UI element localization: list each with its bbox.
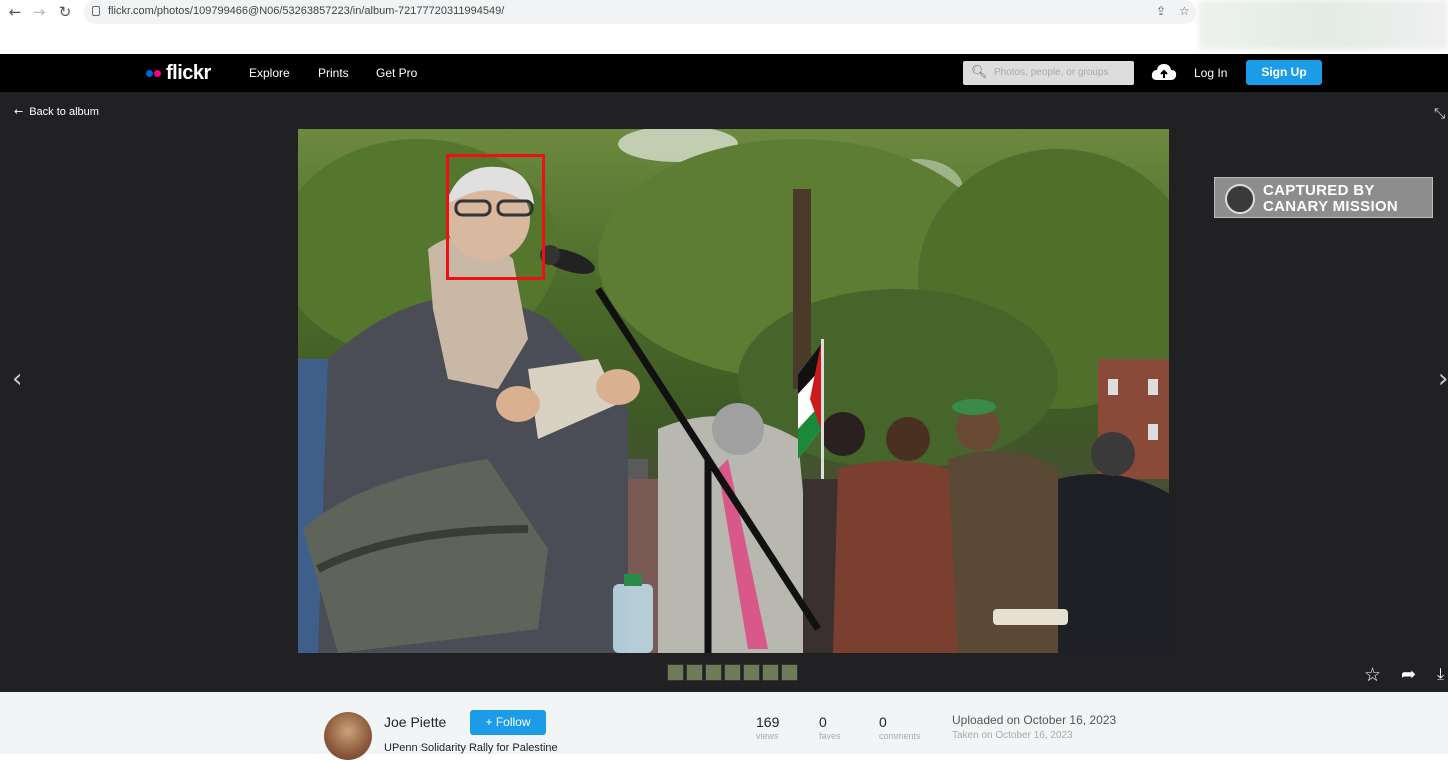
faves-count: 0 [819, 714, 827, 730]
login-link[interactable]: Log In [1194, 66, 1227, 80]
search-icon: 🔍︎ [971, 65, 988, 80]
face-highlight-box [446, 154, 545, 280]
logo-pink-dot [154, 70, 161, 77]
thumbnail[interactable] [762, 664, 779, 681]
nav-prints[interactable]: Prints [318, 66, 349, 80]
browser-chrome: ← → ↻ flickr.com/photos/109799466@N06/53… [0, 0, 1448, 54]
faves-label: faves [819, 731, 841, 741]
faves-stat: 0 faves [819, 714, 841, 741]
flickr-logo[interactable]: flickr [146, 62, 211, 85]
thumbnail-strip [667, 664, 798, 681]
watermark-line1: CAPTURED BY [1263, 182, 1375, 199]
previous-photo-icon[interactable]: ‹ [12, 364, 22, 394]
photo-illustration [298, 129, 1169, 653]
uploaded-date: Uploaded on October 16, 2023 [952, 713, 1117, 727]
back-to-album-link[interactable]: ← Back to album [14, 105, 99, 118]
nav-get-pro[interactable]: Get Pro [376, 66, 417, 80]
views-label: views [756, 731, 779, 741]
thumbnail[interactable] [724, 664, 741, 681]
photo-info-panel: Joe Piette + Follow UPenn Solidarity Ral… [0, 692, 1448, 760]
author-name[interactable]: Joe Piette [384, 714, 446, 730]
thumbnail[interactable] [667, 664, 684, 681]
canary-seal-icon [1225, 184, 1255, 214]
back-arrow-icon[interactable]: ← [6, 3, 24, 21]
share-arrow-icon[interactable]: ➦ [1401, 664, 1416, 685]
fave-star-icon[interactable]: ☆ [1364, 664, 1381, 686]
top-navigation: flickr Explore Prints Get Pro 🔍︎ Photos,… [0, 54, 1448, 92]
logo-blue-dot [146, 70, 153, 77]
comments-stat: 0 comments [879, 714, 921, 741]
thumbnail[interactable] [686, 664, 703, 681]
signup-button[interactable]: Sign Up [1246, 60, 1322, 85]
follow-button[interactable]: + Follow [470, 710, 546, 735]
views-stat: 169 views [756, 714, 779, 741]
expand-icon[interactable]: ⤡ [1434, 106, 1445, 122]
watermark-line2: CANARY MISSION [1263, 198, 1399, 215]
comments-label: comments [879, 731, 921, 741]
main-photo [298, 129, 1169, 653]
photo-title: UPenn Solidarity Rally for Palestine [384, 742, 558, 754]
back-arrow-icon: ← [14, 105, 24, 118]
lock-icon [92, 6, 100, 16]
logo-wordmark: flickr [166, 62, 211, 84]
upload-cloud-icon[interactable] [1151, 62, 1177, 84]
url-text: flickr.com/photos/109799466@N06/53263857… [108, 5, 505, 17]
taken-date: Taken on October 16, 2023 [952, 730, 1073, 741]
share-page-icon[interactable]: ⇪ [1156, 4, 1166, 18]
forward-arrow-icon[interactable]: → [30, 3, 48, 21]
bookmark-star-icon[interactable]: ☆ [1179, 4, 1190, 18]
views-count: 169 [756, 714, 780, 730]
thumbnail[interactable] [781, 664, 798, 681]
search-input[interactable]: 🔍︎ Photos, people, or groups [963, 61, 1134, 85]
back-to-album-label: Back to album [29, 106, 99, 118]
thumbnail[interactable] [705, 664, 722, 681]
reload-icon[interactable]: ↻ [56, 3, 74, 21]
flickr-photo-page: flickr Explore Prints Get Pro 🔍︎ Photos,… [0, 54, 1448, 754]
thumbnail[interactable] [743, 664, 760, 681]
next-photo-icon[interactable]: › [1438, 364, 1448, 394]
comments-count: 0 [879, 714, 887, 730]
address-bar[interactable]: flickr.com/photos/109799466@N06/53263857… [84, 0, 1196, 24]
nav-explore[interactable]: Explore [249, 66, 290, 80]
download-icon[interactable]: ⤓ [1437, 664, 1444, 684]
search-placeholder: Photos, people, or groups [994, 67, 1109, 78]
avatar[interactable] [324, 712, 372, 760]
watermark-badge: CAPTURED BY CANARY MISSION [1214, 177, 1433, 218]
blurred-browser-region [1198, 0, 1448, 50]
